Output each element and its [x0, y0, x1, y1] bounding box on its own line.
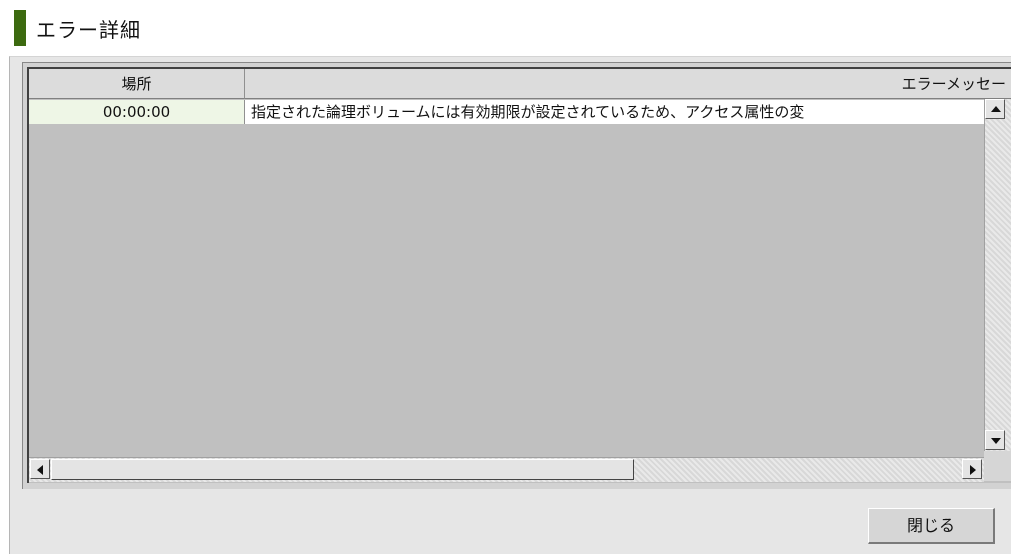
scroll-left-button[interactable] [30, 459, 50, 479]
scroll-right-button[interactable] [962, 459, 982, 479]
scroll-up-button[interactable] [985, 99, 1005, 119]
horizontal-scrollbar[interactable] [29, 457, 984, 482]
arrow-down-icon [991, 438, 1001, 444]
cell-message: 指定された論理ボリュームには有効期限が設定されているため、アクセス属性の変 [245, 100, 985, 124]
dialog-header: エラー詳細 [0, 0, 1011, 56]
table-row[interactable]: 00:00:00 指定された論理ボリュームには有効期限が設定されているため、アク… [29, 100, 1011, 124]
error-table: 場所 エラーメッセー 00:00:00 指定された論理ボリュームには有効期限が設… [27, 67, 1011, 483]
arrow-left-icon [37, 465, 43, 475]
horizontal-scroll-thumb[interactable] [51, 459, 634, 480]
scroll-down-button[interactable] [985, 430, 1005, 450]
arrow-up-icon [991, 106, 1001, 112]
close-button[interactable]: 閉じる [868, 508, 995, 544]
dialog-title: エラー詳細 [36, 18, 141, 42]
scrollbar-corner [984, 451, 1011, 481]
column-header-location[interactable]: 場所 [29, 69, 245, 99]
column-header-message[interactable]: エラーメッセー [245, 69, 1011, 99]
cell-location: 00:00:00 [29, 100, 245, 124]
arrow-right-icon [970, 465, 976, 475]
vertical-scrollbar[interactable] [984, 99, 1011, 451]
title-accent-bar [14, 10, 26, 46]
